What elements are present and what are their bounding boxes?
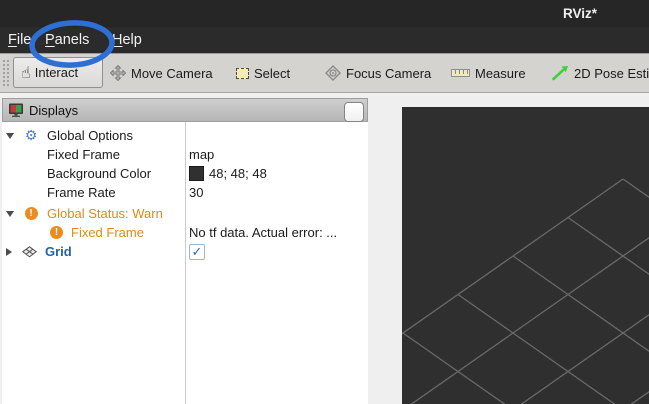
render-viewport-3d[interactable] (402, 107, 649, 404)
displays-panel-header[interactable]: Displays (2, 98, 368, 122)
displays-tree: ⚙ Global Options Fixed Frame map Backgro… (2, 122, 368, 404)
move-camera-tool-button[interactable]: Move Camera (110, 54, 213, 92)
toolbar-grip-handle[interactable] (2, 59, 9, 88)
menu-item-panels[interactable]: Panels (45, 27, 89, 53)
monitor-icon (8, 103, 24, 118)
expand-triangle-icon[interactable] (6, 248, 12, 256)
move-arrows-icon (110, 65, 126, 81)
status-message: No tf data. Actual error: ... (189, 225, 337, 240)
grid-icon (22, 246, 37, 258)
interact-tool-button[interactable]: ☝ Interact (13, 57, 103, 88)
ruler-icon (451, 69, 470, 77)
menu-item-help[interactable]: Help (112, 27, 142, 53)
focus-target-icon (325, 65, 341, 81)
displays-panel: Displays ⚙ Global Options Fixed Frame ma… (2, 98, 368, 404)
window-title: RViz* (563, 0, 597, 27)
tree-row-global-options[interactable]: ⚙ Global Options (2, 126, 368, 145)
toolbar: ☝ Interact Move Camera Select Focus Came… (0, 54, 649, 93)
fixed-frame-value[interactable]: map (189, 147, 214, 162)
collapse-triangle-icon[interactable] (6, 133, 14, 139)
tree-row-fixed-frame[interactable]: Fixed Frame map (2, 145, 368, 164)
hand-cursor-icon: ☝ (21, 65, 31, 81)
background-color-value[interactable]: 48; 48; 48 (209, 166, 267, 181)
menu-item-file[interactable]: File (8, 27, 31, 53)
ground-grid-plane (402, 107, 649, 404)
color-swatch[interactable] (189, 166, 204, 181)
title-bar: RViz* (0, 0, 649, 27)
menu-bar: File Panels Help (0, 27, 649, 54)
tree-row-frame-rate[interactable]: Frame Rate 30 (2, 183, 368, 202)
frame-rate-value[interactable]: 30 (189, 185, 203, 200)
gear-icon: ⚙ (25, 129, 38, 143)
tree-row-status-fixed-frame[interactable]: Fixed Frame No tf data. Actual error: ..… (2, 223, 368, 242)
2d-pose-estimate-tool-button[interactable]: 2D Pose Esti (551, 54, 649, 92)
measure-tool-button[interactable]: Measure (451, 54, 526, 92)
collapse-triangle-icon[interactable] (6, 211, 14, 217)
pose-arrow-icon (551, 65, 569, 81)
warning-icon (25, 207, 38, 220)
tree-row-global-status[interactable]: Global Status: Warn (2, 204, 368, 223)
panel-float-button[interactable] (344, 102, 364, 122)
select-tool-button[interactable]: Select (236, 54, 290, 92)
tree-row-background-color[interactable]: Background Color 48; 48; 48 (2, 164, 368, 183)
selection-box-icon (236, 68, 249, 79)
tree-row-grid[interactable]: Grid ✓ (2, 242, 368, 261)
displays-panel-title: Displays (29, 103, 78, 118)
grid-enabled-checkbox[interactable]: ✓ (189, 244, 205, 260)
focus-camera-tool-button[interactable]: Focus Camera (325, 54, 431, 92)
rviz-window: RViz* File Panels Help ☝ Interact Move C… (0, 0, 649, 404)
warning-icon (50, 226, 63, 239)
